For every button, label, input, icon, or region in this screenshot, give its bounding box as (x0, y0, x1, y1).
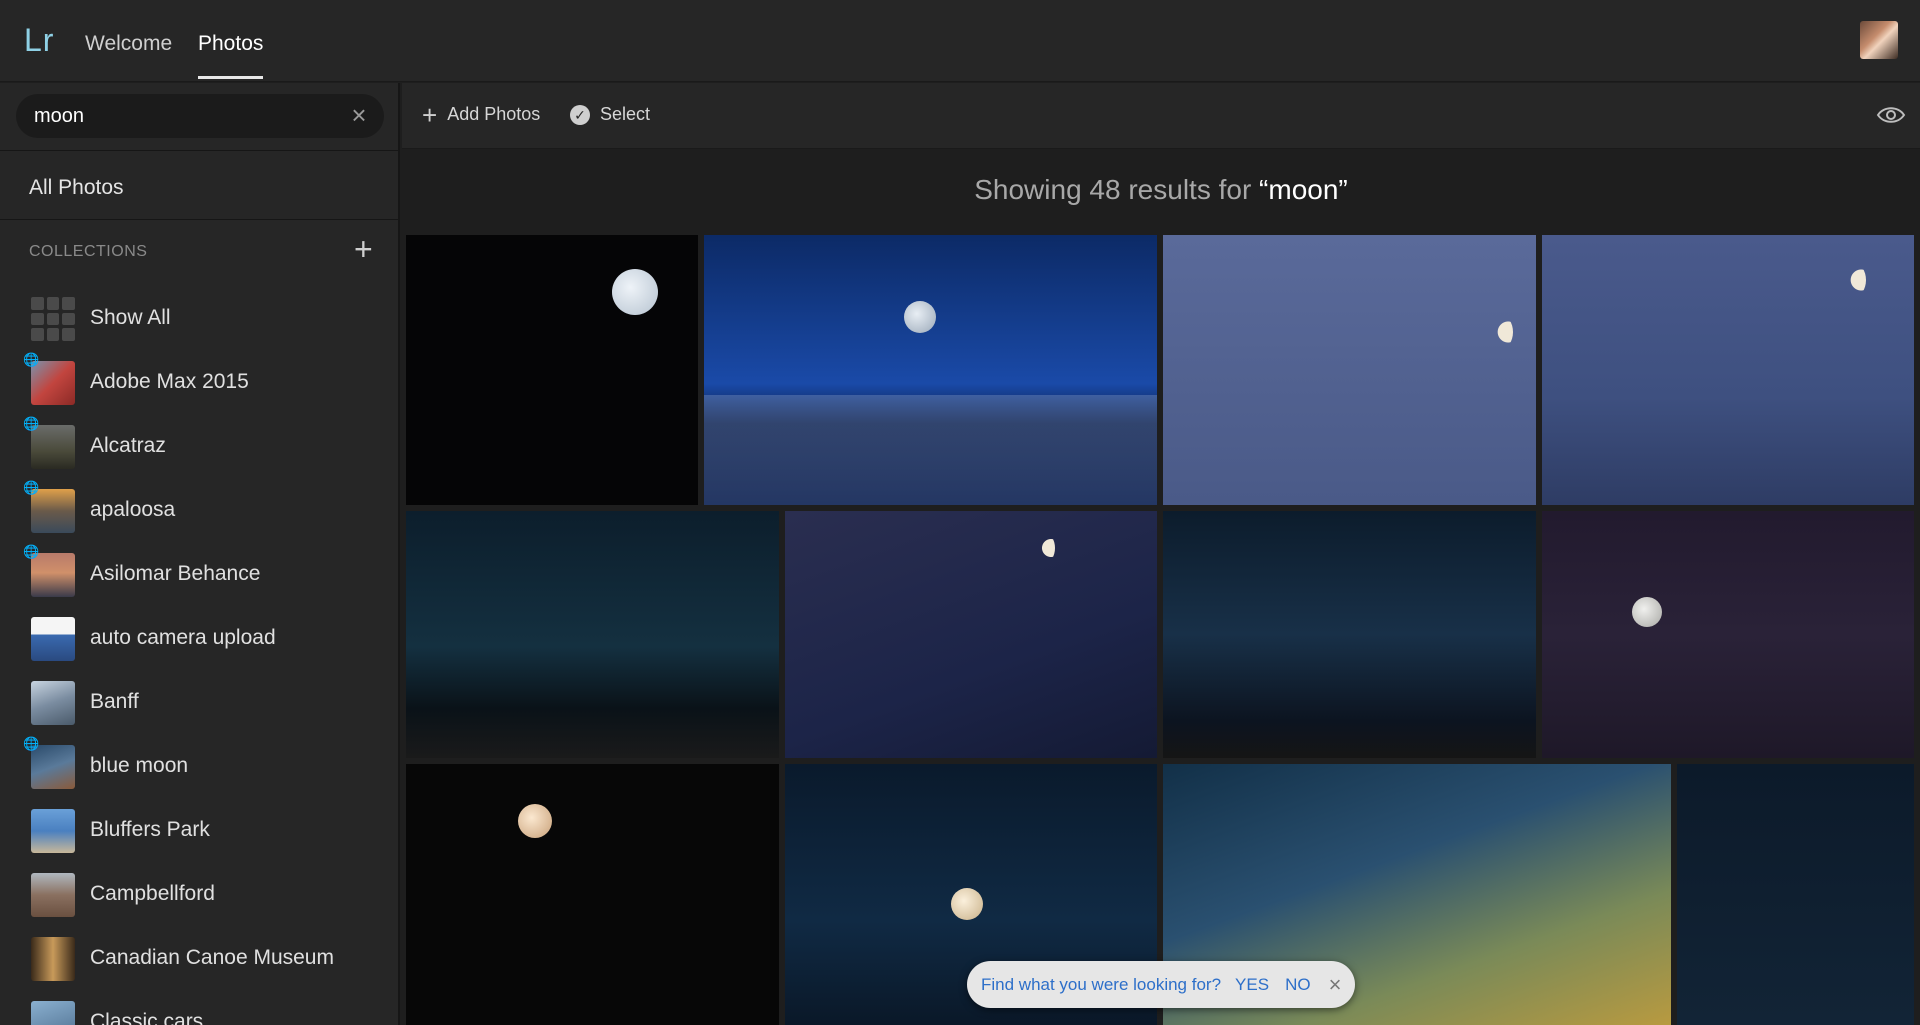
collection-name: Show All (90, 306, 171, 329)
eye-icon[interactable] (1876, 104, 1906, 126)
photo-toolbar: + Add Photos ✓ Select (402, 83, 1920, 149)
collection-item[interactable]: Canadian Canoe Museum (0, 927, 398, 991)
collection-item[interactable]: 🌐 apaloosa (0, 479, 398, 543)
photo-thumbnail[interactable] (1542, 235, 1914, 505)
collection-name: apaloosa (90, 498, 176, 521)
collection-name: Bluffers Park (90, 818, 210, 841)
collection-name: Classic cars (90, 1010, 204, 1025)
collection-name: Asilomar Behance (90, 562, 261, 585)
search-box: × (16, 94, 384, 138)
collection-item-show-all[interactable]: Show All (0, 287, 398, 351)
photo-thumbnail[interactable] (704, 235, 1157, 505)
moon (518, 804, 552, 838)
tab-welcome[interactable]: Welcome (85, 32, 172, 56)
divider (0, 150, 398, 151)
photo-thumbnail[interactable] (406, 764, 779, 1025)
shared-globe-icon: 🌐 (23, 352, 40, 367)
collection-thumbnail (31, 425, 75, 469)
collection-item[interactable]: auto camera upload (0, 607, 398, 671)
plus-icon: + (422, 99, 438, 130)
results-query: “moon” (1259, 174, 1348, 205)
photo-thumbnail[interactable] (406, 511, 779, 758)
crescent-moon (1842, 263, 1866, 297)
collection-thumbnail (31, 681, 75, 725)
results-count-text: Showing 48 results for (974, 174, 1260, 205)
photo-thumbnail[interactable] (785, 511, 1157, 758)
add-photos-button[interactable]: + Add Photos (422, 99, 541, 130)
collection-thumbnail (31, 745, 75, 789)
shared-globe-icon: 🌐 (23, 416, 40, 431)
collection-item[interactable]: 🌐 Adobe Max 2015 (0, 351, 398, 415)
collection-name: Canadian Canoe Museum (90, 946, 334, 969)
add-photos-label: Add Photos (447, 104, 541, 124)
lightroom-logo[interactable]: Lr (24, 22, 54, 59)
moon (951, 888, 983, 920)
photo-thumbnail[interactable] (406, 235, 698, 505)
feedback-no-button[interactable]: NO (1285, 975, 1311, 995)
clear-search-icon[interactable]: × (346, 102, 372, 128)
feedback-question: Find what you were looking for? (981, 974, 1222, 994)
tab-photos[interactable]: Photos (198, 32, 264, 79)
sidebar: × All Photos COLLECTIONS + Show All 🌐 Ad… (0, 83, 400, 1025)
collection-name: auto camera upload (90, 626, 276, 649)
collection-thumbnail (31, 489, 75, 533)
collection-item[interactable]: 🌐 Asilomar Behance (0, 543, 398, 607)
collection-name: Alcatraz (90, 434, 166, 457)
collection-thumbnail (31, 937, 75, 981)
select-label: Select (600, 104, 651, 124)
collection-name: Adobe Max 2015 (90, 370, 249, 393)
select-button[interactable]: ✓ Select (570, 104, 650, 125)
photo-thumbnail[interactable] (1163, 511, 1536, 758)
moon (1632, 597, 1662, 627)
photo-thumbnail[interactable] (1677, 764, 1914, 1025)
grass-foreground (704, 395, 1157, 505)
collection-item[interactable]: 🌐 blue moon (0, 735, 398, 799)
collection-item[interactable]: Campbellford (0, 863, 398, 927)
moon (612, 269, 658, 315)
grid-icon (31, 297, 75, 341)
collection-thumbnail (31, 873, 75, 917)
collection-thumbnail (31, 361, 75, 405)
collection-thumbnail (31, 617, 75, 661)
collection-name: Campbellford (90, 882, 215, 905)
collection-item[interactable]: Classic cars (0, 991, 398, 1025)
shared-globe-icon: 🌐 (23, 544, 40, 559)
search-input[interactable] (34, 102, 334, 130)
feedback-yes-button[interactable]: YES (1235, 975, 1269, 995)
moon (904, 301, 936, 333)
collection-thumbnail (31, 809, 75, 853)
shared-globe-icon: 🌐 (23, 480, 40, 495)
add-collection-icon[interactable]: + (354, 233, 373, 265)
sidebar-item-all-photos[interactable]: All Photos (29, 176, 124, 200)
collection-item[interactable]: 🌐 Alcatraz (0, 415, 398, 479)
collection-item[interactable]: Bluffers Park (0, 799, 398, 863)
collection-name: blue moon (90, 754, 189, 777)
collection-thumbnail (31, 1001, 75, 1025)
close-icon[interactable]: × (1329, 972, 1342, 998)
collection-thumbnail (31, 553, 75, 597)
collection-name: Banff (90, 690, 139, 713)
photo-thumbnail[interactable] (1542, 511, 1914, 758)
checkmark-icon: ✓ (570, 104, 590, 125)
collection-item[interactable]: Banff (0, 671, 398, 735)
crescent-moon (1035, 533, 1055, 563)
user-avatar[interactable] (1860, 21, 1898, 59)
crescent-moon (1489, 315, 1513, 349)
photo-thumbnail[interactable] (1163, 235, 1536, 505)
shared-globe-icon: 🌐 (23, 736, 40, 751)
search-feedback-prompt: Find what you were looking for? YES NO × (967, 961, 1355, 1008)
divider (0, 219, 398, 220)
top-bar: Lr Welcome Photos (0, 0, 1920, 82)
collections-heading: COLLECTIONS (29, 243, 148, 260)
results-heading: Showing 48 results for “moon” (402, 150, 1920, 230)
